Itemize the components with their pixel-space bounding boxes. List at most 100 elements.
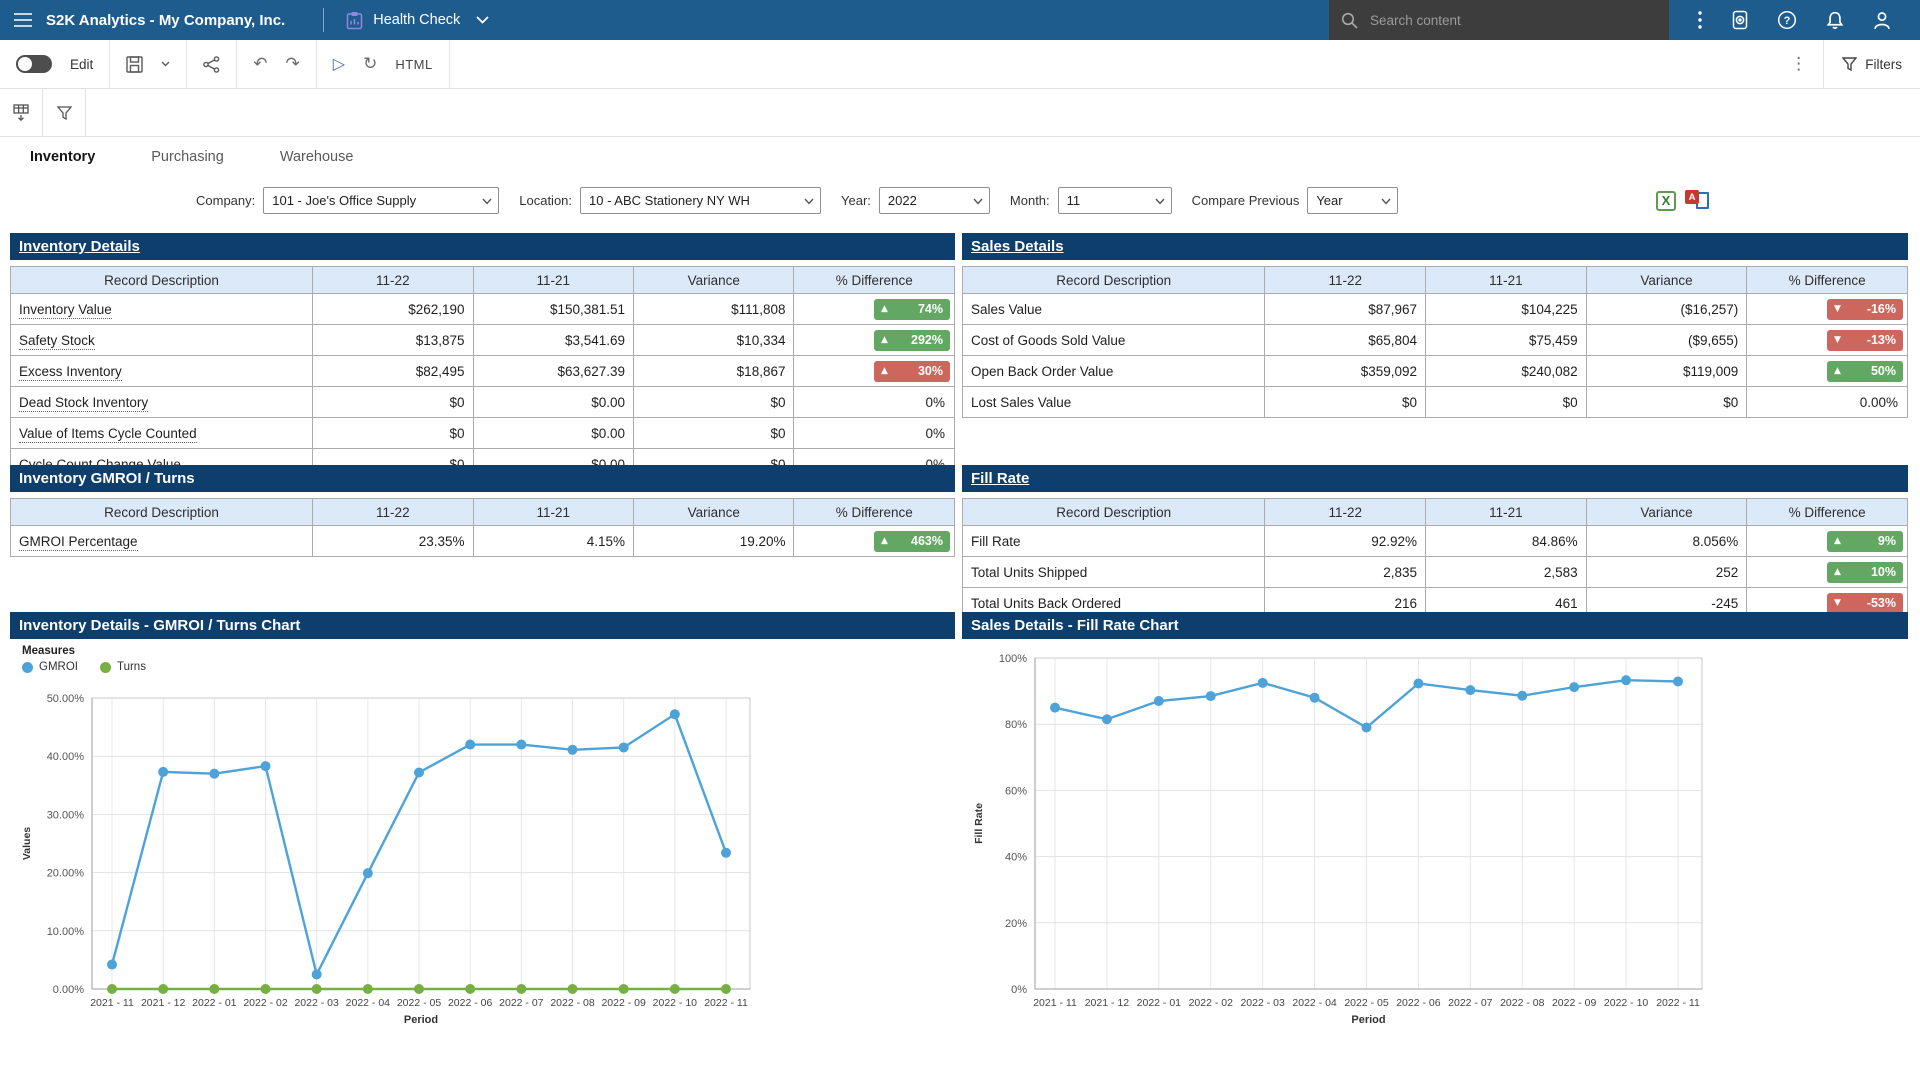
chart-point[interactable] <box>670 984 680 994</box>
record-label[interactable]: Value of Items Cycle Counted <box>19 426 197 443</box>
chart-point[interactable] <box>261 984 271 994</box>
svg-text:2022 - 06: 2022 - 06 <box>448 997 493 1009</box>
chart-point[interactable] <box>1258 678 1268 688</box>
more-options-icon[interactable] <box>1698 11 1702 29</box>
chart-point[interactable] <box>670 709 680 719</box>
chart-point[interactable] <box>363 984 373 994</box>
value-cell: $104,225 <box>1426 294 1587 325</box>
chart-point[interactable] <box>516 740 526 750</box>
chart-point[interactable] <box>1621 675 1631 685</box>
col-11-21: 11-21 <box>1426 267 1587 294</box>
chart-point[interactable] <box>158 984 168 994</box>
search-input[interactable] <box>1368 12 1657 29</box>
user-account-icon[interactable] <box>1873 11 1891 30</box>
value-cell: $0 <box>1426 387 1587 418</box>
chart-point[interactable] <box>465 984 475 994</box>
svg-text:2022 - 11: 2022 - 11 <box>704 997 748 1009</box>
chart-point[interactable] <box>414 984 424 994</box>
month-select[interactable]: 11 <box>1058 187 1172 214</box>
filters-button[interactable]: Filters <box>1824 57 1920 72</box>
table-download-icon[interactable] <box>0 89 43 136</box>
legend-dot-turns <box>100 662 111 673</box>
chart-point[interactable] <box>1569 682 1579 692</box>
legend-label-turns[interactable]: Turns <box>117 661 146 673</box>
compare-previous-select[interactable]: Year <box>1307 187 1398 214</box>
svg-text:2022 - 05: 2022 - 05 <box>1344 997 1389 1009</box>
legend-label-gmroi[interactable]: GMROI <box>39 661 78 673</box>
gmroi-turns-title: Inventory GMROI / Turns <box>19 470 195 487</box>
chart-point[interactable] <box>107 984 117 994</box>
share-icon[interactable] <box>203 56 220 73</box>
chart-point[interactable] <box>1310 693 1320 703</box>
chart-point[interactable] <box>1206 691 1216 701</box>
location-select[interactable]: 10 - ABC Stationery NY WH <box>580 187 821 214</box>
record-label[interactable]: GMROI Percentage <box>19 534 138 551</box>
chart-point[interactable] <box>465 740 475 750</box>
notifications-bell-icon[interactable] <box>1826 11 1844 30</box>
chart-point[interactable] <box>568 984 578 994</box>
table-row: Total Units Shipped2,8352,583252▲10% <box>963 557 1908 588</box>
search-bar[interactable] <box>1329 0 1669 40</box>
chart-point[interactable] <box>1673 677 1683 687</box>
tab-inventory[interactable]: Inventory <box>24 149 101 174</box>
record-label[interactable]: Excess Inventory <box>19 364 122 381</box>
chart-point[interactable] <box>721 848 731 858</box>
record-label[interactable]: Safety Stock <box>19 333 95 350</box>
play-icon[interactable]: ▷ <box>333 56 345 72</box>
chart-point[interactable] <box>619 742 629 752</box>
save-icon[interactable] <box>126 56 143 73</box>
chart-point[interactable] <box>1154 696 1164 706</box>
chart-point[interactable] <box>1413 678 1423 688</box>
app-switcher-icon[interactable] <box>1731 10 1749 30</box>
export-pdf-icon[interactable]: A <box>1685 190 1709 211</box>
chart-point[interactable] <box>1465 685 1475 695</box>
year-select[interactable]: 2022 <box>879 187 990 214</box>
chart-point[interactable] <box>1362 723 1372 733</box>
table-row: Lost Sales Value$0$0$00.00% <box>963 387 1908 418</box>
toolbar-more-options-icon[interactable]: ⋮ <box>1774 56 1823 73</box>
col-11-22: 11-22 <box>313 499 473 526</box>
redo-icon[interactable]: ↷ <box>286 56 300 73</box>
svg-text:60%: 60% <box>1005 785 1027 797</box>
svg-text:20.00%: 20.00% <box>47 868 85 880</box>
tab-purchasing[interactable]: Purchasing <box>145 149 230 174</box>
chart-point[interactable] <box>107 960 117 970</box>
chart-point[interactable] <box>158 767 168 777</box>
chart-point[interactable] <box>312 984 322 994</box>
fill-rate-title-link[interactable]: Fill Rate <box>971 470 1029 487</box>
edit-toggle[interactable] <box>16 55 52 73</box>
chart-point[interactable] <box>261 761 271 771</box>
chart-point[interactable] <box>568 745 578 755</box>
pct-difference-badge: ▲463% <box>874 531 950 552</box>
company-select[interactable]: 101 - Joe's Office Supply <box>263 187 499 214</box>
filter-funnel-icon[interactable] <box>43 89 86 136</box>
view-chevron-down-icon[interactable] <box>476 16 489 24</box>
record-label[interactable]: Inventory Value <box>19 302 112 319</box>
tab-warehouse[interactable]: Warehouse <box>274 149 360 174</box>
refresh-icon[interactable]: ↻ <box>363 56 377 73</box>
chart-point[interactable] <box>1517 691 1527 701</box>
export-excel-icon[interactable]: X <box>1656 191 1676 211</box>
hamburger-menu-icon[interactable] <box>0 0 46 40</box>
value-cell: $63,627.39 <box>473 356 633 387</box>
chart-point[interactable] <box>414 767 424 777</box>
chart-point[interactable] <box>209 769 219 779</box>
chart-point[interactable] <box>209 984 219 994</box>
chart-point[interactable] <box>619 984 629 994</box>
sales-details-title-link[interactable]: Sales Details <box>971 238 1064 255</box>
chart-point[interactable] <box>721 984 731 994</box>
inventory-details-title-link[interactable]: Inventory Details <box>19 238 140 255</box>
chart-point[interactable] <box>312 969 322 979</box>
chart-point[interactable] <box>1102 714 1112 724</box>
col-pct-difference: % Difference <box>1747 499 1908 526</box>
undo-icon[interactable]: ↶ <box>253 56 267 73</box>
pct-difference-cell: ▲9% <box>1747 526 1908 557</box>
chart-point[interactable] <box>516 984 526 994</box>
help-icon[interactable]: ? <box>1777 10 1797 30</box>
chart-point[interactable] <box>363 868 373 878</box>
chart-point[interactable] <box>1050 703 1060 713</box>
html-button[interactable]: HTML <box>395 57 432 72</box>
value-cell: 92.92% <box>1265 526 1426 557</box>
record-label[interactable]: Dead Stock Inventory <box>19 395 148 412</box>
save-chevron-down-icon[interactable] <box>161 61 170 67</box>
